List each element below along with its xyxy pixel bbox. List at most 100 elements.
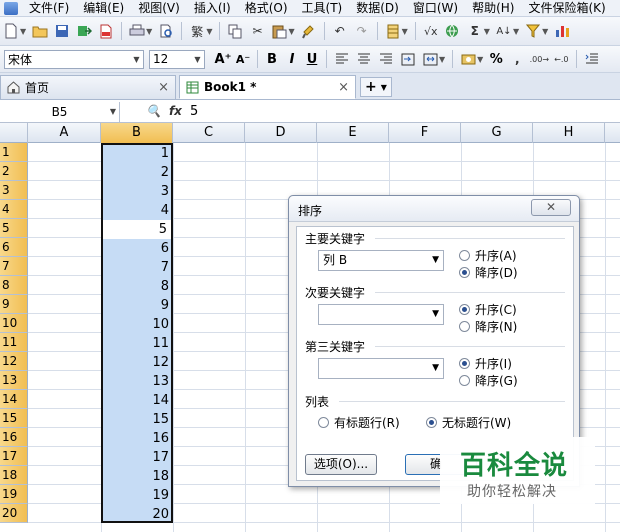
menu-edit[interactable]: 编辑(E) [76,0,131,16]
new-tab-button[interactable]: + ▼ [360,77,392,97]
app-logo-icon[interactable] [4,1,18,15]
close-button[interactable]: ✕ [531,199,571,216]
table-cell[interactable]: 3 [101,182,173,201]
row-header[interactable]: 10 [0,314,28,333]
align-left-icon[interactable] [333,50,351,68]
close-icon[interactable]: × [338,80,349,95]
font-name-combo[interactable]: 宋体 ▼ [4,49,144,69]
row-header[interactable]: 13 [0,371,28,390]
insert-function-icon[interactable]: √x [422,22,440,40]
tab-book1[interactable]: Book1 * × [179,75,356,99]
chevron-down-icon[interactable]: ▼ [110,102,116,122]
currency-format-icon[interactable] [459,50,477,68]
chevron-down-icon[interactable]: ▼ [432,251,439,270]
table-cell[interactable]: 19 [101,486,173,505]
column-header-h[interactable]: H [533,123,605,143]
tab-home[interactable]: 首页 × [0,75,176,99]
row-column-icon[interactable] [384,22,402,40]
row-header[interactable]: 6 [0,238,28,257]
cut-icon[interactable]: ✂ [248,22,266,40]
row-header[interactable]: 9 [0,295,28,314]
format-painter-icon[interactable] [300,22,318,40]
column-header-c[interactable]: C [173,123,245,143]
chevron-down-icon[interactable]: ▼ [191,51,204,68]
menu-format[interactable]: 格式(O) [238,0,295,16]
chevron-down-icon[interactable]: ▼ [432,359,439,378]
menu-window[interactable]: 窗口(W) [406,0,465,16]
export-icon[interactable] [75,22,93,40]
table-cell[interactable]: 6 [101,239,173,258]
row-header[interactable]: 17 [0,447,28,466]
secondary-ascending-radio[interactable]: 升序(C) [459,301,517,318]
autosum-dropdown-icon[interactable]: ▼ [484,27,490,36]
insert-function-button[interactable]: fx [169,104,182,118]
dialog-titlebar[interactable]: 排序 ✕ [289,196,579,222]
autosum-icon[interactable]: Σ [466,22,484,40]
comma-style-icon[interactable]: , [508,50,526,68]
row-header[interactable]: 16 [0,428,28,447]
wrap-text-icon[interactable] [399,50,417,68]
undo-icon[interactable]: ↶ [331,22,349,40]
formula-input[interactable]: 5 [190,104,198,119]
table-cell[interactable]: 10 [101,315,173,334]
third-descending-radio[interactable]: 降序(G) [459,372,518,389]
export-pdf-icon[interactable] [97,22,115,40]
has-header-row-radio[interactable]: 有标题行(R) [318,414,400,431]
select-all-corner[interactable] [0,123,28,143]
table-cell[interactable]: 12 [101,353,173,372]
redo-icon[interactable]: ↷ [353,22,371,40]
menu-file[interactable]: 文件(F) [22,0,76,16]
row-header[interactable]: 1 [0,143,28,162]
row-header[interactable]: 3 [0,181,28,200]
column-header-a[interactable]: A [28,123,101,143]
column-header-f[interactable]: F [389,123,461,143]
increase-decimal-icon[interactable]: .00→ [530,50,549,68]
new-dropdown-icon[interactable]: ▼ [20,27,26,36]
menu-insert[interactable]: 插入(I) [187,0,238,16]
options-button[interactable]: 选项(O)... [305,454,377,475]
third-key-select[interactable]: ▼ [318,358,444,379]
chinese-convert-dropdown-icon[interactable]: ▼ [206,27,212,36]
row-header[interactable]: 14 [0,390,28,409]
table-cell[interactable]: 9 [101,296,173,315]
table-cell[interactable]: 16 [101,429,173,448]
name-box[interactable]: B5 ▼ [0,102,120,122]
row-header[interactable]: 15 [0,409,28,428]
secondary-key-select[interactable]: ▼ [318,304,444,325]
percent-style-button[interactable]: % [486,49,506,69]
table-cell[interactable]: 18 [101,467,173,486]
grow-font-button[interactable]: A⁺ [213,49,233,69]
column-header-g[interactable]: G [461,123,533,143]
table-cell[interactable]: 7 [101,258,173,277]
secondary-descending-radio[interactable]: 降序(N) [459,318,517,335]
close-icon[interactable]: × [158,80,169,95]
filter-icon[interactable] [524,22,542,40]
zoom-search-icon[interactable]: 🔍 [146,104,161,118]
font-size-combo[interactable]: 12 ▼ [149,49,205,69]
new-document-icon[interactable] [2,22,20,40]
table-cell[interactable]: 8 [101,277,173,296]
primary-key-select[interactable]: 列 B ▼ [318,250,444,271]
decrease-decimal-icon[interactable]: ←.0 [552,50,570,68]
traditional-chinese-icon[interactable]: 繁 [188,22,206,40]
align-center-icon[interactable] [355,50,373,68]
merge-dropdown-icon[interactable]: ▼ [439,55,445,64]
italic-button[interactable]: I [282,49,302,69]
no-header-row-radio[interactable]: 无标题行(W) [426,414,511,431]
print-preview-icon[interactable] [157,22,175,40]
chevron-down-icon[interactable]: ▼ [130,51,143,68]
table-cell[interactable]: 1 [101,144,173,163]
table-cell[interactable]: 17 [101,448,173,467]
filter-dropdown-icon[interactable]: ▼ [542,27,548,36]
globe-icon[interactable] [444,22,462,40]
column-header-b[interactable]: B [101,123,173,143]
active-cell[interactable]: 5 [103,220,171,239]
print-icon[interactable] [128,22,146,40]
sort-ascending-icon[interactable]: A↓ [495,22,513,40]
column-header-d[interactable]: D [245,123,317,143]
table-cell[interactable]: 4 [101,201,173,220]
open-folder-icon[interactable] [31,22,49,40]
table-cell[interactable]: 15 [101,410,173,429]
align-right-icon[interactable] [377,50,395,68]
menu-view[interactable]: 视图(V) [131,0,187,16]
